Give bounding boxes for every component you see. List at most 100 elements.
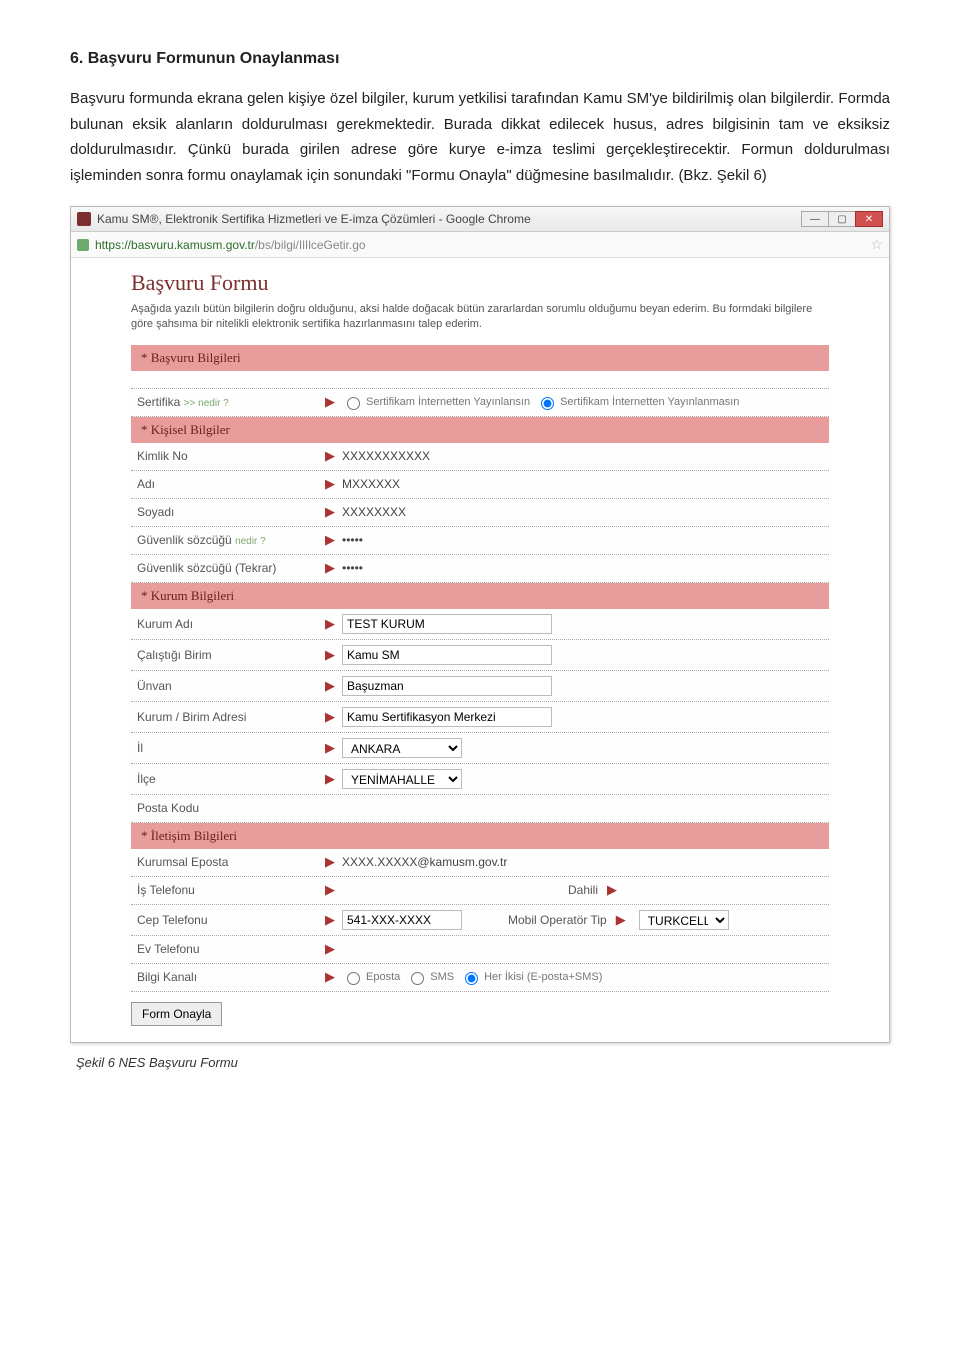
value-guvenlik-tekrar: •••••	[342, 561, 363, 575]
radio-her-ikisi[interactable]: Her İkisi (E-posta+SMS)	[460, 969, 602, 985]
label-soyadi: Soyadı	[137, 505, 322, 519]
arrow-icon: ▶	[322, 504, 338, 520]
row-kimlik: Kimlik No ▶ XXXXXXXXXXX	[131, 443, 829, 471]
arrow-icon: ▶	[322, 476, 338, 492]
label-bilgi-kanali: Bilgi Kanalı	[137, 970, 322, 984]
label-eposta: Kurumsal Eposta	[137, 855, 322, 869]
radio-eposta[interactable]: Eposta	[342, 969, 400, 985]
section-header-basvuru: * Başvuru Bilgileri	[131, 345, 829, 371]
label-sertifika: Sertifika	[137, 395, 180, 409]
window-titlebar: Kamu SM®, Elektronik Sertifika Hizmetler…	[71, 207, 889, 232]
label-is-tel: İş Telefonu	[137, 883, 322, 897]
window-maximize-button[interactable]: ▢	[828, 211, 856, 227]
row-il: İl ▶ ANKARA	[131, 733, 829, 764]
doc-paragraph: Başvuru formunda ekrana gelen kişiye öze…	[70, 86, 890, 188]
row-guvenlik-tekrar: Güvenlik sözcüğü (Tekrar) ▶ •••••	[131, 555, 829, 583]
form-onayla-button[interactable]: Form Onayla	[131, 1002, 222, 1026]
arrow-icon: ▶	[322, 882, 338, 898]
arrow-icon: ▶	[613, 912, 629, 928]
arrow-icon: ▶	[322, 560, 338, 576]
input-cep-tel[interactable]	[342, 910, 462, 930]
label-kimlik: Kimlik No	[137, 449, 322, 463]
label-adi: Adı	[137, 477, 322, 491]
section-header-kisisel: * Kişisel Bilgiler	[131, 417, 829, 443]
row-sertifika: Sertifika >> nedir ? ▶ Sertifikam İntern…	[131, 389, 829, 417]
doc-heading: 6. Başvuru Formunun Onaylanması	[70, 50, 890, 68]
row-unvan: Ünvan ▶	[131, 671, 829, 702]
radio-yayinla[interactable]: Sertifikam İnternetten Yayınlansın	[342, 394, 530, 410]
row-is-telefonu: İş Telefonu ▶ Dahili ▶	[131, 877, 829, 905]
window-minimize-button[interactable]: —	[801, 211, 829, 227]
window-title: Kamu SM®, Elektronik Sertifika Hizmetler…	[97, 212, 531, 226]
input-unvan[interactable]	[342, 676, 552, 696]
help-sertifika[interactable]: >> nedir ?	[184, 398, 229, 409]
arrow-icon: ▶	[322, 532, 338, 548]
input-kurum-adi[interactable]	[342, 614, 552, 634]
label-adres: Kurum / Birim Adresi	[137, 710, 322, 724]
label-birim: Çalıştığı Birim	[137, 648, 322, 662]
favicon-icon	[77, 212, 91, 226]
select-il[interactable]: ANKARA	[342, 738, 462, 758]
label-ilce: İlçe	[137, 772, 322, 786]
section-header-iletisim: * İletişim Bilgileri	[131, 823, 829, 849]
label-dahili: Dahili	[568, 883, 598, 897]
select-operator[interactable]: TURKCELL	[639, 910, 729, 930]
label-ev-tel: Ev Telefonu	[137, 942, 322, 956]
label-unvan: Ünvan	[137, 679, 322, 693]
arrow-icon: ▶	[322, 647, 338, 663]
row-ev-telefonu: Ev Telefonu ▶	[131, 936, 829, 964]
value-soyadi: XXXXXXXX	[342, 505, 406, 519]
label-cep-tel: Cep Telefonu	[137, 913, 322, 927]
value-guvenlik: •••••	[342, 533, 363, 547]
radio-sms[interactable]: SMS	[406, 969, 454, 985]
label-il: İl	[137, 741, 322, 755]
label-guvenlik-tekrar: Güvenlik sözcüğü (Tekrar)	[137, 561, 322, 575]
row-birim: Çalıştığı Birim ▶	[131, 640, 829, 671]
row-posta: Posta Kodu	[131, 795, 829, 823]
arrow-icon: ▶	[322, 771, 338, 787]
arrow-icon: ▶	[322, 854, 338, 870]
row-bilgi-kanali: Bilgi Kanalı ▶ Eposta SMS Her İkisi (E-p…	[131, 964, 829, 992]
value-eposta: XXXX.XXXXX@kamusm.gov.tr	[342, 855, 507, 869]
input-birim[interactable]	[342, 645, 552, 665]
arrow-icon: ▶	[322, 740, 338, 756]
bookmark-star-icon[interactable]: ☆	[870, 236, 883, 253]
arrow-icon: ▶	[604, 882, 620, 898]
address-bar[interactable]: https://basvuru.kamusm.gov.tr/bs/bilgi/I…	[71, 232, 889, 258]
browser-window: Kamu SM®, Elektronik Sertifika Hizmetler…	[70, 206, 890, 1043]
window-close-button[interactable]: ✕	[855, 211, 883, 227]
row-kurum-adi: Kurum Adı ▶	[131, 609, 829, 640]
arrow-icon: ▶	[322, 394, 338, 410]
figure-caption: Şekil 6 NES Başvuru Formu	[76, 1055, 890, 1070]
lock-icon	[77, 239, 89, 251]
row-guvenlik: Güvenlik sözcüğü nedir ? ▶ •••••	[131, 527, 829, 555]
label-posta: Posta Kodu	[137, 801, 322, 815]
row-eposta: Kurumsal Eposta ▶ XXXX.XXXXX@kamusm.gov.…	[131, 849, 829, 877]
value-kimlik: XXXXXXXXXXX	[342, 449, 430, 463]
arrow-icon: ▶	[322, 912, 338, 928]
arrow-icon: ▶	[322, 709, 338, 725]
form-title: Başvuru Formu	[131, 266, 829, 298]
url-host: https://basvuru.kamusm.gov.tr	[95, 238, 255, 252]
arrow-icon: ▶	[322, 941, 338, 957]
select-ilce[interactable]: YENİMAHALLE	[342, 769, 462, 789]
radio-yayinlanmasin[interactable]: Sertifikam İnternetten Yayınlanmasın	[536, 394, 739, 410]
label-guvenlik: Güvenlik sözcüğü	[137, 533, 232, 547]
value-adi: MXXXXXX	[342, 477, 400, 491]
arrow-icon: ▶	[322, 616, 338, 632]
row-soyadi: Soyadı ▶ XXXXXXXX	[131, 499, 829, 527]
input-adres[interactable]	[342, 707, 552, 727]
row-ilce: İlçe ▶ YENİMAHALLE	[131, 764, 829, 795]
help-guvenlik[interactable]: nedir ?	[235, 536, 266, 547]
row-adres: Kurum / Birim Adresi ▶	[131, 702, 829, 733]
url-path: /bs/bilgi/IlIlceGetir.go	[255, 238, 366, 252]
row-cep-telefonu: Cep Telefonu ▶ Mobil Operatör Tip ▶ TURK…	[131, 905, 829, 936]
arrow-icon: ▶	[322, 448, 338, 464]
label-kurum-adi: Kurum Adı	[137, 617, 322, 631]
arrow-icon: ▶	[322, 969, 338, 985]
section-header-kurum: * Kurum Bilgileri	[131, 583, 829, 609]
form-intro: Aşağıda yazılı bütün bilgilerin doğru ol…	[131, 298, 829, 345]
label-operator: Mobil Operatör Tip	[508, 913, 607, 927]
page-content: Başvuru Formu Aşağıda yazılı bütün bilgi…	[71, 258, 889, 1042]
arrow-icon: ▶	[322, 678, 338, 694]
